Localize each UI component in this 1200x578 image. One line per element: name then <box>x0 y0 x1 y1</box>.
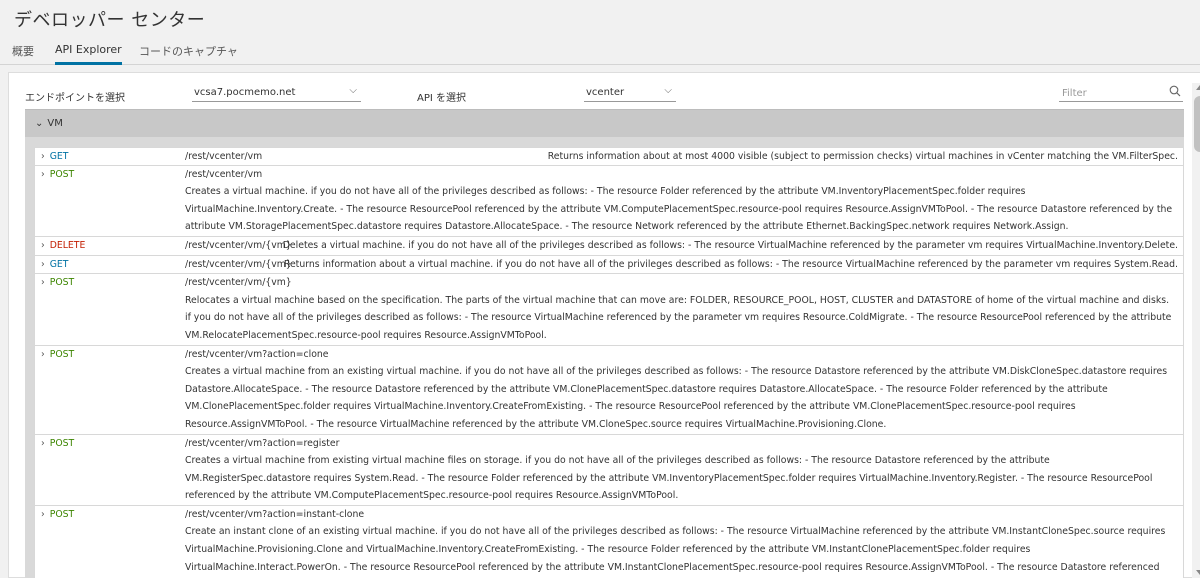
method-label: POST <box>49 508 75 520</box>
endpoint-select-value: vcsa7.pocmemo.net <box>194 87 296 98</box>
scroll-down-icon[interactable] <box>1196 570 1200 575</box>
vm-group-header[interactable]: ⌄ VM <box>25 109 1184 137</box>
chevron-right-icon: › <box>41 258 45 270</box>
chevron-right-icon: › <box>41 348 45 360</box>
scrollbar-thumb[interactable] <box>1194 96 1200 152</box>
chevron-down-icon: ⌵ <box>349 85 357 96</box>
list-item[interactable]: › DELETE /rest/vcenter/vm/{vm} Deletes a … <box>34 236 1184 256</box>
endpoint-select[interactable]: vcsa7.pocmemo.net ⌵ <box>192 83 361 102</box>
api-label: API を選択 <box>417 93 466 104</box>
method-toggle[interactable]: › GET <box>41 256 68 274</box>
chevron-right-icon: › <box>41 437 45 449</box>
page-title: デベロッパー センター <box>14 10 206 31</box>
endpoint-path: /rest/vcenter/vm/{vm} <box>185 258 292 270</box>
method-toggle[interactable]: › POST <box>41 435 74 453</box>
method-label: GET <box>49 258 69 270</box>
chevron-down-icon: ⌵ <box>664 85 672 96</box>
list-item[interactable]: › GET /rest/vcenter/vm/{vm} Returns infor… <box>34 255 1184 275</box>
tab-bar: 概要 API Explorer コードのキャプチャ <box>0 40 1200 65</box>
method-toggle[interactable]: › POST <box>41 274 74 292</box>
endpoint-list: › GET /rest/vcenter/vm Returns informatio… <box>34 147 1184 578</box>
endpoint-path: /rest/vcenter/vm?action=register <box>185 437 340 449</box>
method-label: POST <box>49 348 75 360</box>
method-toggle[interactable]: › GET <box>41 148 68 166</box>
tab-overview[interactable]: 概要 <box>12 43 34 65</box>
api-explorer-panel: エンドポイントを選択 vcsa7.pocmemo.net ⌵ API を選択 v… <box>8 72 1200 578</box>
chevron-right-icon: › <box>41 151 45 162</box>
endpoint-path: /rest/vcenter/vm <box>185 151 263 162</box>
method-label: GET <box>49 151 69 162</box>
scroll-up-icon[interactable] <box>1196 85 1200 90</box>
endpoint-label: エンドポイントを選択 <box>25 93 125 104</box>
list-item[interactable]: › POST /rest/vcenter/vm?action=clone Crea… <box>34 345 1184 435</box>
method-toggle[interactable]: › POST <box>41 506 74 524</box>
chevron-right-icon: › <box>41 508 45 520</box>
endpoint-description: Returns information about at most 4000 v… <box>547 151 1178 162</box>
filter-input[interactable]: Filter <box>1059 83 1183 102</box>
method-toggle[interactable]: › POST <box>41 346 74 364</box>
chevron-right-icon: › <box>41 168 45 180</box>
endpoint-path: /rest/vcenter/vm/{vm} <box>185 277 292 289</box>
method-label: DELETE <box>49 239 86 251</box>
list-item[interactable]: › POST /rest/vcenter/vm/{vm} Relocates a … <box>34 274 1184 346</box>
method-toggle[interactable]: › POST <box>41 166 74 184</box>
tab-api-explorer[interactable]: API Explorer <box>55 43 122 65</box>
chevron-right-icon: › <box>41 277 45 289</box>
endpoint-description: Returns information about a virtual mach… <box>283 258 1178 270</box>
list-item[interactable]: › POST /rest/vcenter/vm?action=register C… <box>34 434 1184 506</box>
tab-code-capture[interactable]: コードのキャプチャ <box>139 43 238 65</box>
endpoint-path: /rest/vcenter/vm?action=clone <box>185 348 329 360</box>
endpoint-description: Deletes a virtual machine. if you do not… <box>282 239 1178 251</box>
list-item[interactable]: › GET /rest/vcenter/vm Returns informatio… <box>34 147 1184 166</box>
endpoint-path: /rest/vcenter/vm?action=instant-clone <box>185 508 365 520</box>
developer-center-page: デベロッパー センター 概要 API Explorer コードのキャプチャ エン… <box>0 0 1200 578</box>
method-label: POST <box>49 277 75 289</box>
method-label: POST <box>49 437 75 449</box>
method-label: POST <box>49 168 75 180</box>
chevron-down-icon: ⌄ <box>35 118 44 129</box>
list-item[interactable]: › POST /rest/vcenter/vm Creates a virtual… <box>34 165 1184 237</box>
list-item[interactable]: › POST /rest/vcenter/vm?action=instant-cl… <box>34 505 1184 578</box>
vertical-scrollbar[interactable] <box>1192 83 1200 578</box>
api-select-value: vcenter <box>586 87 625 98</box>
endpoint-path: /rest/vcenter/vm <box>185 168 263 180</box>
method-toggle[interactable]: › DELETE <box>41 237 85 255</box>
filter-placeholder: Filter <box>1062 88 1087 99</box>
group-label: VM <box>47 118 63 129</box>
search-icon[interactable] <box>1169 85 1181 97</box>
api-select[interactable]: vcenter ⌵ <box>584 83 676 102</box>
chevron-right-icon: › <box>41 239 45 251</box>
endpoint-path: /rest/vcenter/vm/{vm} <box>185 239 292 251</box>
